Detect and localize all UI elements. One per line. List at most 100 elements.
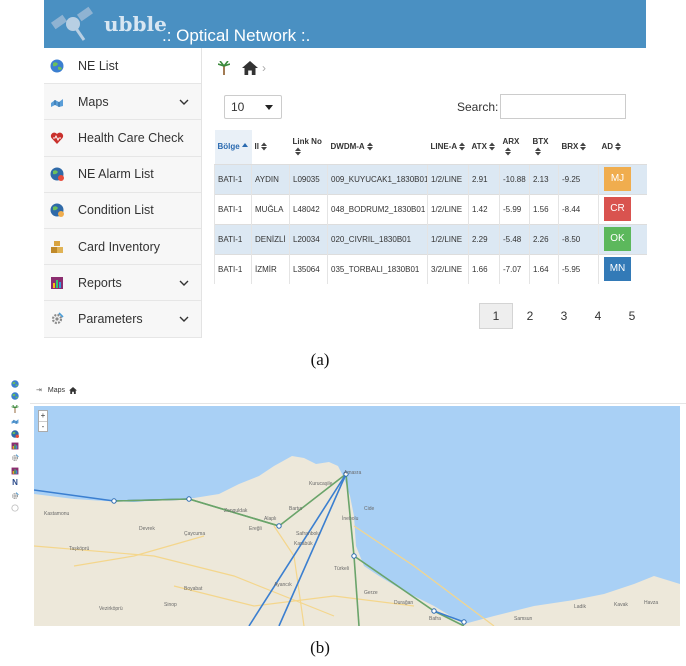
column-header-label: BTX: [532, 136, 549, 146]
globe-icon[interactable]: [11, 380, 19, 388]
map-place-label: İnebolu: [342, 516, 359, 522]
logo-text: ubble: [104, 12, 167, 36]
column-header[interactable]: Bölge: [214, 130, 252, 165]
globe-alarm-icon[interactable]: [11, 429, 19, 438]
sidebar-item-reports[interactable]: Reports: [44, 265, 201, 302]
column-header[interactable]: BRX: [558, 130, 599, 165]
sidebar-item-ne-list[interactable]: NE List: [44, 48, 201, 85]
sidebar-item-health-care-check[interactable]: Health Care Check: [44, 120, 201, 157]
home-icon[interactable]: [69, 386, 77, 394]
report-icon[interactable]: [11, 442, 19, 450]
cell-ad: OK: [598, 223, 647, 254]
status-badge[interactable]: OK: [604, 227, 631, 251]
column-header[interactable]: AD: [598, 130, 647, 165]
sort-icon: [294, 147, 301, 156]
cell-bolge: BATI-1: [214, 163, 252, 194]
map-place-label: Gerze: [364, 590, 378, 596]
table-row[interactable]: BATI-1 AYDIN L09035 009_KUYUCAK1_1830B01 1/2…: [214, 163, 647, 194]
cell-brx: -8.50: [558, 223, 599, 254]
cell-link: L35064: [289, 253, 328, 284]
app-header: ubble .: Optical Network :.: [44, 0, 646, 48]
home-icon[interactable]: [242, 61, 258, 75]
ne-table: Bölge Il Link No DWDM-A LINE-A ATX ARX BTX BRX AD…: [214, 130, 647, 284]
settings-circle-icon[interactable]: [11, 504, 19, 512]
palm-tree-icon[interactable]: [11, 404, 19, 413]
column-header-label: ARX: [502, 136, 520, 146]
gear-icon[interactable]: [11, 454, 19, 462]
table-row[interactable]: BATI-1 MUĞLA L48042 048_BODRUM2_1830B01 1/2/…: [214, 193, 647, 224]
node-marker[interactable]: [351, 553, 357, 559]
sort-icon: [504, 147, 511, 156]
column-header[interactable]: Link No: [289, 130, 328, 165]
sidebar-item-condition-list[interactable]: Condition List: [44, 193, 201, 229]
page-button-4[interactable]: 4: [581, 303, 615, 329]
cell-bolge: BATI-1: [214, 193, 252, 224]
sort-icon: [534, 147, 541, 156]
column-header[interactable]: LINE-A: [427, 130, 469, 165]
report-icon[interactable]: [11, 467, 19, 475]
n-letter-icon[interactable]: N: [11, 479, 19, 487]
status-badge[interactable]: MJ: [604, 167, 631, 191]
column-header[interactable]: ATX: [468, 130, 500, 165]
cell-arx: -5.99: [499, 193, 530, 224]
column-header[interactable]: Il: [251, 130, 290, 165]
search-input[interactable]: [500, 94, 626, 119]
cell-il: İZMİR: [251, 253, 290, 284]
node-marker[interactable]: [186, 496, 192, 502]
cell-dwdm: 020_CIVRIL_1830B01: [327, 223, 428, 254]
satellite-logo-icon: [50, 6, 94, 41]
map-place-label: Safranbolu: [296, 531, 321, 537]
map-place-label: Kavak: [614, 602, 628, 608]
map-place-label: Zonguldak: [224, 508, 248, 514]
column-header-label: Link No: [292, 136, 322, 146]
column-header[interactable]: ARX: [499, 130, 530, 165]
page-button-5[interactable]: 5: [615, 303, 649, 329]
column-header[interactable]: BTX: [529, 130, 559, 165]
node-marker[interactable]: [276, 523, 282, 529]
cell-atx: 2.29: [468, 223, 500, 254]
sidebar-item-maps[interactable]: Maps: [44, 84, 201, 121]
report-icon: [50, 276, 64, 290]
menu-toggle-icon[interactable]: ⇥: [36, 386, 42, 394]
zoom-out-button[interactable]: -: [39, 421, 47, 431]
map-place-label: Kurucaşile: [309, 481, 333, 487]
cell-il: MUĞLA: [251, 193, 290, 224]
sidebar-item-label: Condition List: [78, 203, 154, 218]
sidebar: NE List Maps Health Care Check NE Alarm Lis…: [44, 48, 202, 338]
caption-a: (a): [310, 350, 330, 369]
node-marker[interactable]: [461, 619, 467, 625]
gear-icon[interactable]: [11, 491, 19, 500]
breadcrumb-separator: ›: [262, 61, 266, 75]
map-place-label: Sinop: [164, 602, 177, 608]
network-map[interactable]: Amasra Kurucaşile Cide İnebolu Bartın Zonguld…: [34, 406, 680, 626]
page-button-2[interactable]: 2: [513, 303, 547, 329]
page-button-3[interactable]: 3: [547, 303, 581, 329]
node-marker[interactable]: [431, 608, 437, 614]
globe-icon[interactable]: [11, 392, 19, 401]
status-badge[interactable]: MN: [604, 257, 631, 282]
map-place-label: Samsun: [514, 616, 533, 622]
column-header-label: LINE-A: [430, 141, 458, 151]
node-marker[interactable]: [111, 498, 117, 504]
breadcrumb-maps[interactable]: Maps: [48, 387, 65, 394]
map-icon[interactable]: [11, 417, 19, 425]
table-row[interactable]: BATI-1 DENİZLİ L20034 020_CIVRIL_1830B01 1/2…: [214, 223, 647, 254]
zoom-in-button[interactable]: +: [39, 411, 47, 421]
sidebar-item-ne-alarm-list[interactable]: NE Alarm List: [44, 157, 201, 193]
table-row[interactable]: BATI-1 İZMİR L35064 035_TORBALI_1830B01 3/2/…: [214, 253, 647, 284]
cell-link: L09035: [289, 163, 328, 194]
column-header-label: DWDM-A: [330, 141, 365, 151]
sort-icon: [260, 142, 267, 151]
palm-tree-icon[interactable]: [218, 61, 230, 75]
page-button-1[interactable]: 1: [479, 303, 513, 329]
sidebar-item-parameters[interactable]: Parameters: [44, 301, 201, 338]
status-badge[interactable]: CR: [604, 197, 631, 221]
main-content: › 10 Search: Bölge Il Link No DWDM-A LINE-A A…: [202, 48, 649, 338]
map-place-label: Ereğli: [249, 526, 262, 532]
sidebar-item-card-inventory[interactable]: Card Inventory: [44, 229, 201, 266]
page-length-select[interactable]: 10: [224, 95, 282, 119]
map-panel: N ⇥ Maps Amasra Kurucaşile Cide İnebolu Bart…: [0, 380, 686, 626]
column-header[interactable]: DWDM-A: [327, 130, 428, 165]
map-place-label: Havza: [644, 600, 659, 606]
map-place-label: Boyabat: [184, 586, 203, 592]
